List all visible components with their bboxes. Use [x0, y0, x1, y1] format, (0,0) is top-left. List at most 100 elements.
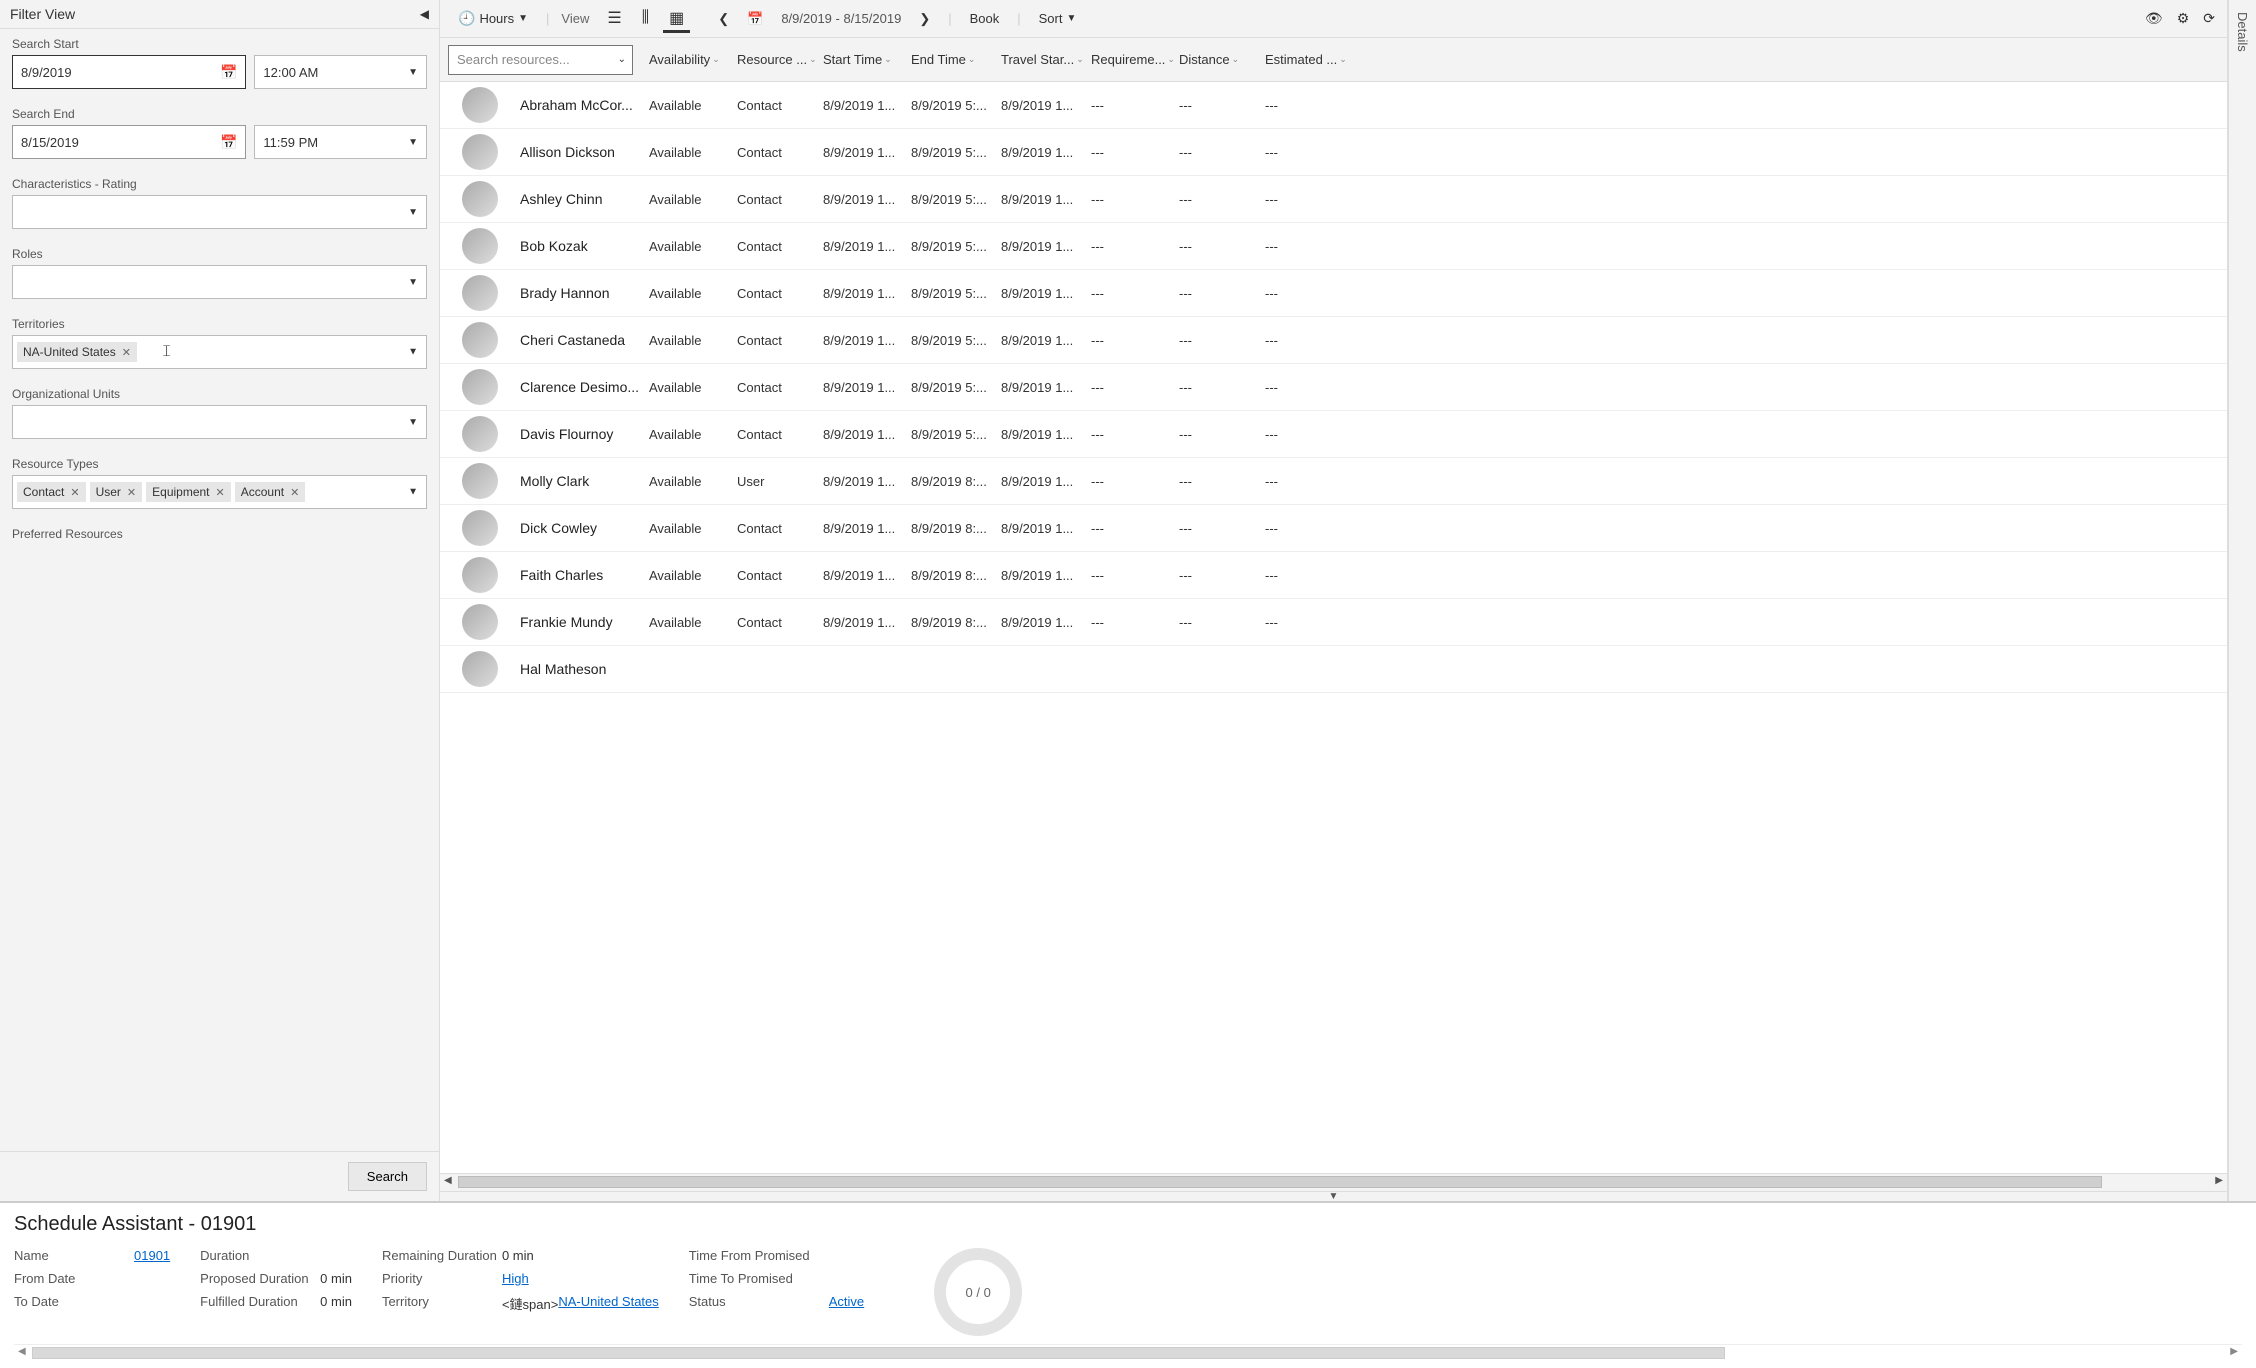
details-rail[interactable]: Details	[2228, 0, 2256, 1201]
distance-cell: ---	[1173, 239, 1259, 254]
resource-row[interactable]: Dick Cowley Available Contact 8/9/2019 1…	[440, 505, 2227, 552]
view-list-icon[interactable]: ☰	[601, 4, 627, 33]
estimated-cell: ---	[1259, 474, 1347, 489]
view-grid-icon[interactable]: ▦	[663, 4, 690, 33]
resource-row[interactable]: Hal Matheson	[440, 646, 2227, 693]
calendar-icon[interactable]: 📅	[220, 64, 237, 81]
resource-row[interactable]: Ashley Chinn Available Contact 8/9/2019 …	[440, 176, 2227, 223]
search-start-time-input[interactable]: 12:00 AM ▼	[254, 55, 427, 89]
remove-tag-icon[interactable]: ✕	[216, 486, 225, 499]
estimated-cell: ---	[1259, 286, 1347, 301]
end-time-cell: 8/9/2019 8:...	[905, 474, 995, 489]
resource-row[interactable]: Bob Kozak Available Contact 8/9/2019 1..…	[440, 223, 2227, 270]
search-button[interactable]: Search	[348, 1162, 427, 1191]
filter-panel-title: Filter View	[10, 6, 75, 22]
travel-start-cell: 8/9/2019 1...	[995, 568, 1085, 583]
time-from-promised-label: Time From Promised	[689, 1248, 829, 1263]
search-end-date-input[interactable]: 8/15/2019 📅	[12, 125, 246, 159]
filter-collapse-icon[interactable]: ◀	[420, 7, 429, 21]
next-range-button[interactable]: ❯	[913, 7, 936, 31]
resource-row[interactable]: Clarence Desimo... Available Contact 8/9…	[440, 364, 2227, 411]
col-requirement[interactable]: Requireme...⌄	[1085, 52, 1173, 67]
roles-select[interactable]: ▼	[12, 265, 427, 299]
col-end-time[interactable]: End Time⌄	[905, 52, 995, 67]
resource-type-cell: Contact	[731, 145, 817, 160]
time-to-promised-label: Time To Promised	[689, 1271, 829, 1286]
sort-dropdown[interactable]: Sort ▼	[1033, 7, 1083, 30]
schedule-assistant-title: Schedule Assistant - 01901	[14, 1213, 2242, 1236]
status-link[interactable]: Active	[829, 1294, 864, 1309]
resource-row[interactable]: Faith Charles Available Contact 8/9/2019…	[440, 552, 2227, 599]
resource-type-cell: Contact	[731, 98, 817, 113]
col-resource[interactable]: Resource ...⌄	[731, 52, 817, 67]
requirement-cell: ---	[1085, 427, 1173, 442]
priority-link[interactable]: High	[502, 1271, 529, 1286]
search-resources-input[interactable]: Search resources... ⌄	[448, 45, 633, 75]
resource-row[interactable]: Abraham McCor... Available Contact 8/9/2…	[440, 82, 2227, 129]
avatar	[462, 134, 498, 170]
col-travel-start[interactable]: Travel Star...⌄	[995, 52, 1085, 67]
characteristics-select[interactable]: ▼	[12, 195, 427, 229]
calendar-icon[interactable]: 📅	[220, 134, 237, 151]
separator: |	[948, 11, 951, 26]
filter-panel: Filter View ◀ Search Start 8/9/2019 📅 12…	[0, 0, 440, 1201]
travel-start-cell: 8/9/2019 1...	[995, 145, 1085, 160]
grid-horizontal-scrollbar[interactable]	[440, 1173, 2227, 1191]
col-availability[interactable]: Availability⌄	[643, 52, 731, 67]
remove-tag-icon[interactable]: ✕	[127, 486, 136, 499]
end-time-cell: 8/9/2019 8:...	[905, 568, 995, 583]
avatar	[462, 416, 498, 452]
avatar	[462, 87, 498, 123]
resource-row[interactable]: Cheri Castaneda Available Contact 8/9/20…	[440, 317, 2227, 364]
travel-start-cell: 8/9/2019 1...	[995, 98, 1085, 113]
remove-tag-icon[interactable]: ✕	[290, 486, 299, 499]
territories-label: Territories	[12, 317, 427, 331]
eye-icon[interactable]: 👁	[2145, 10, 2163, 27]
resource-types-select[interactable]: Contact✕User✕Equipment✕Account✕▼	[12, 475, 427, 509]
resource-row[interactable]: Brady Hannon Available Contact 8/9/2019 …	[440, 270, 2227, 317]
book-button[interactable]: Book	[964, 7, 1006, 30]
name-link[interactable]: 01901	[134, 1248, 170, 1263]
distance-cell: ---	[1173, 286, 1259, 301]
avatar	[462, 322, 498, 358]
remove-tag-icon[interactable]: ✕	[70, 486, 79, 499]
org-units-select[interactable]: ▼	[12, 405, 427, 439]
refresh-icon[interactable]: ⟳	[2203, 10, 2215, 27]
avatar	[462, 604, 498, 640]
grid-expand-handle[interactable]: ▼	[440, 1191, 2227, 1201]
col-start-time[interactable]: Start Time⌄	[817, 52, 905, 67]
remove-tag-icon[interactable]: ✕	[122, 346, 131, 359]
gear-icon[interactable]: ⚙	[2177, 10, 2190, 27]
resource-row[interactable]: Frankie Mundy Available Contact 8/9/2019…	[440, 599, 2227, 646]
distance-cell: ---	[1173, 474, 1259, 489]
search-end-time-input[interactable]: 11:59 PM ▼	[254, 125, 427, 159]
hours-dropdown[interactable]: 🕘 Hours ▼	[452, 6, 534, 31]
resource-row[interactable]: Molly Clark Available User 8/9/2019 1...…	[440, 458, 2227, 505]
col-distance[interactable]: Distance⌄	[1173, 52, 1259, 67]
availability-cell: Available	[643, 568, 731, 583]
search-start-date-input[interactable]: 8/9/2019 📅	[12, 55, 246, 89]
resource-type-tag: Equipment✕	[146, 482, 231, 502]
travel-start-cell: 8/9/2019 1...	[995, 192, 1085, 207]
col-estimated[interactable]: Estimated ...⌄	[1259, 52, 1347, 67]
travel-start-cell: 8/9/2019 1...	[995, 427, 1085, 442]
bottom-horizontal-scrollbar[interactable]	[14, 1344, 2242, 1362]
territories-select[interactable]: NA-United States✕ ▼ 𝙸	[12, 335, 427, 369]
resource-row[interactable]: Davis Flournoy Available Contact 8/9/201…	[440, 411, 2227, 458]
distance-cell: ---	[1173, 568, 1259, 583]
chevron-down-icon: ▼	[408, 67, 418, 78]
start-time-cell: 8/9/2019 1...	[817, 615, 905, 630]
chevron-down-icon: ▼	[408, 347, 418, 358]
prev-range-button[interactable]: ❮	[712, 7, 735, 31]
travel-start-cell: 8/9/2019 1...	[995, 521, 1085, 536]
text-cursor: 𝙸	[161, 343, 172, 361]
view-columns-icon[interactable]: ⫼	[636, 5, 655, 32]
resource-row[interactable]: Allison Dickson Available Contact 8/9/20…	[440, 129, 2227, 176]
resource-types-label: Resource Types	[12, 457, 427, 471]
end-time-cell: 8/9/2019 5:...	[905, 380, 995, 395]
territory-link[interactable]: NA-United States	[558, 1294, 658, 1313]
distance-cell: ---	[1173, 380, 1259, 395]
resource-name: Allison Dickson	[520, 144, 643, 160]
resource-name: Dick Cowley	[520, 520, 643, 536]
calendar-button[interactable]: 📅	[741, 7, 769, 31]
